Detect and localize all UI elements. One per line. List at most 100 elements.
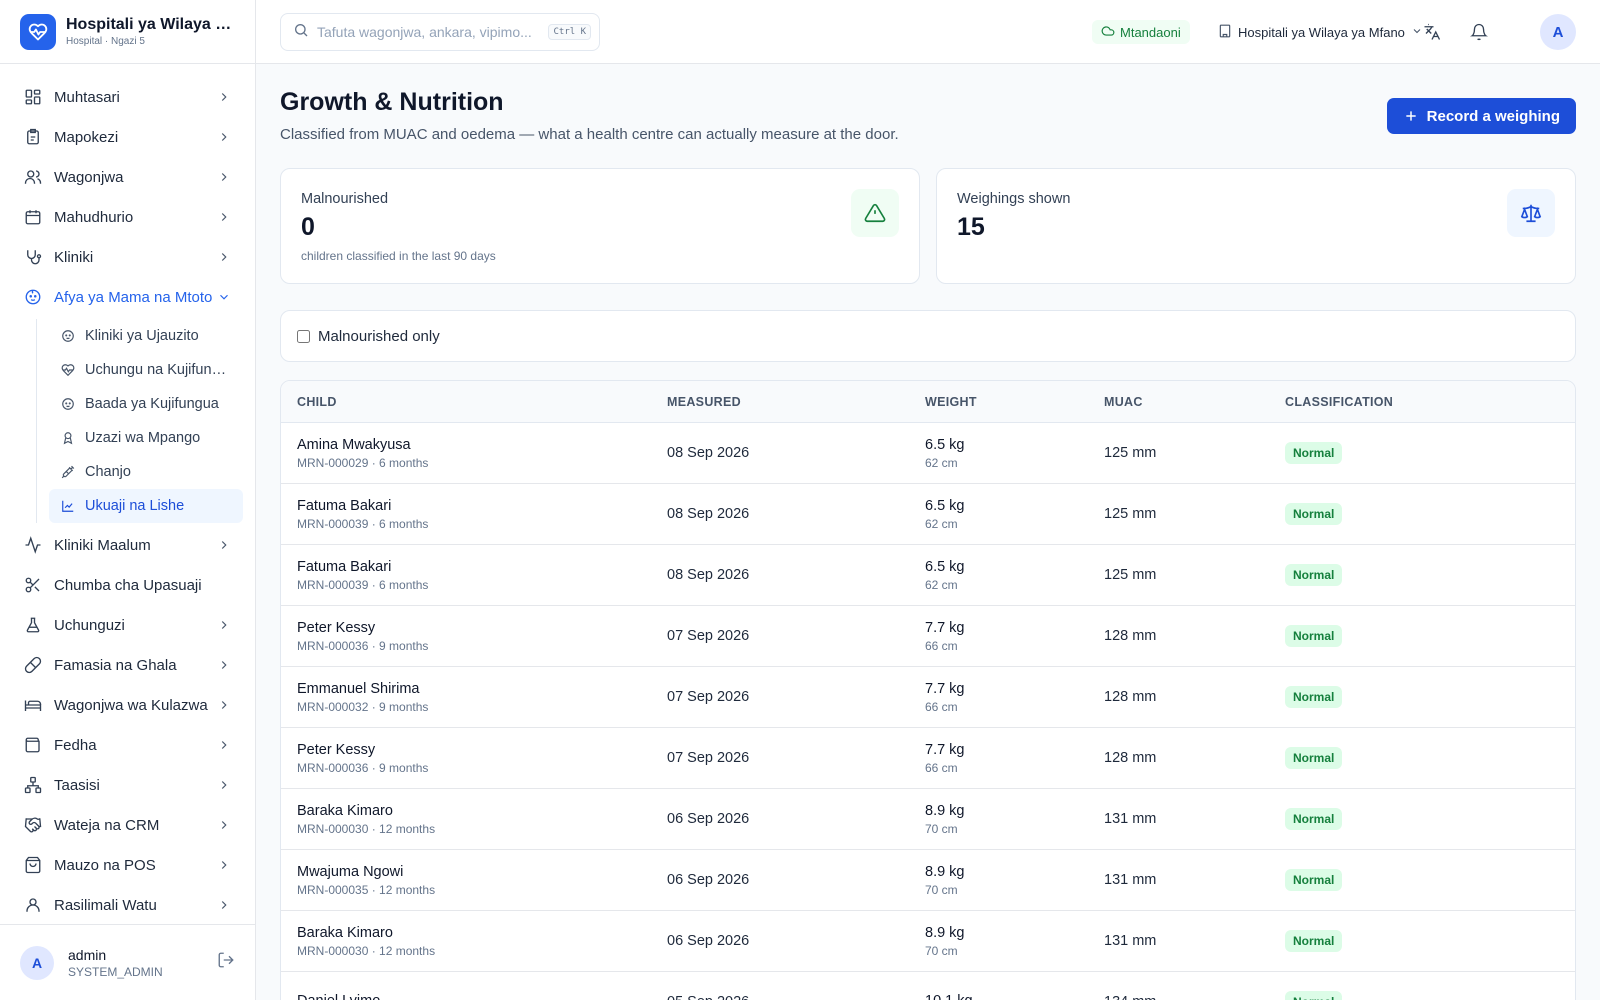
child-name[interactable]: Fatuma Bakari <box>297 498 667 514</box>
stat-note: children classified in the last 90 days <box>301 249 496 263</box>
chevron-right-icon <box>217 538 231 552</box>
height-value: 66 cm <box>925 638 958 653</box>
child-meta: MRN-000029 · 6 months <box>297 455 429 470</box>
sidebar-item-chumba-cha-upasuaji[interactable]: Chumba cha Upasuaji <box>0 565 255 605</box>
stat-card-weighings: Weighings shown 15 <box>936 168 1576 284</box>
child-name[interactable]: Peter Kessy <box>297 620 667 636</box>
muac-value: 128 mm <box>1104 628 1157 644</box>
facility-selector[interactable]: Hospitali ya Wilaya ya Mfano <box>1218 20 1423 44</box>
record-weighing-button[interactable]: Record a weighing <box>1386 98 1576 134</box>
table-row[interactable]: Amina Mwakyusa MRN-000029 · 6 months 08 Se… <box>281 423 1575 484</box>
table-row[interactable]: Baraka Kimaro MRN-000030 · 12 months 06 Se… <box>281 911 1575 972</box>
muac-value: 128 mm <box>1104 750 1157 766</box>
measured-date: 08 Sep 2026 <box>667 445 750 461</box>
sidebar-item-mauzo-na-pos[interactable]: Mauzo na POS <box>0 845 255 885</box>
measured-date: 05 Sep 2026 <box>667 994 925 1000</box>
sidebar-item-label: Chumba cha Upasuaji <box>54 576 202 594</box>
sidebar: Hospitali ya Wilaya ya Mfano Hospital · … <box>0 0 256 1000</box>
child-meta: MRN-000039 · 6 months <box>297 516 429 531</box>
table-row[interactable]: Emmanuel Shirima MRN-000032 · 9 months 07 … <box>281 667 1575 728</box>
chevron-right-icon <box>217 618 231 632</box>
network-icon <box>24 776 42 794</box>
table-row[interactable]: Mwajuma Ngowi MRN-000035 · 12 months 06 Se… <box>281 850 1575 911</box>
sidebar-item-taasisi[interactable]: Taasisi <box>0 765 255 805</box>
child-meta: MRN-000036 · 9 months <box>297 638 429 653</box>
sidebar-subitem-kliniki-ya-ujauzito[interactable]: Kliniki ya Ujauzito <box>49 319 243 353</box>
search-box[interactable]: Ctrl K <box>280 13 600 51</box>
child-name[interactable]: Emmanuel Shirima <box>297 681 667 697</box>
child-name[interactable]: Daniel Lyimo <box>297 993 667 1000</box>
table-row[interactable]: Peter Kessy MRN-000036 · 9 months 07 Sep 2… <box>281 728 1575 789</box>
child-name[interactable]: Baraka Kimaro <box>297 803 667 819</box>
sidebar-subitem-uzazi-wa-mpango[interactable]: Uzazi wa Mpango <box>49 421 243 455</box>
weight-value: 8.9 kg <box>925 863 965 880</box>
column-header-classification[interactable]: CLASSIFICATION <box>1285 395 1575 409</box>
table-row[interactable]: Fatuma Bakari MRN-000039 · 6 months 08 Sep… <box>281 545 1575 606</box>
avatar[interactable]: A <box>20 945 54 980</box>
ribbon-icon <box>61 431 75 445</box>
table-row[interactable]: Baraka Kimaro MRN-000030 · 12 months 06 Se… <box>281 789 1575 850</box>
sidebar-subitem-ukuaji-na-lishe[interactable]: Ukuaji na Lishe <box>49 489 243 523</box>
translate-icon[interactable] <box>1420 20 1444 44</box>
classification-badge: Normal <box>1285 747 1343 769</box>
sidebar-item-muhtasari[interactable]: Muhtasari <box>0 77 255 117</box>
stat-card-malnourished: Malnourished 0 children classified in th… <box>280 168 920 284</box>
brand[interactable]: Hospitali ya Wilaya ya Mfano Hospital · … <box>0 0 255 64</box>
malnourished-only-label[interactable]: Malnourished only <box>318 328 440 345</box>
sidebar-item-label: Famasia na Ghala <box>54 656 177 674</box>
sidebar-item-fedha[interactable]: Fedha <box>0 725 255 765</box>
child-meta: MRN-000030 · 12 months <box>297 821 436 836</box>
sidebar-item-wagonjwa[interactable]: Wagonjwa <box>0 157 255 197</box>
sidebar-item-famasia-na-ghala[interactable]: Famasia na Ghala <box>0 645 255 685</box>
sidebar-item-label: Fedha <box>54 736 97 754</box>
classification-badge: Normal <box>1285 808 1343 830</box>
sidebar-item-label: Kliniki <box>54 248 94 266</box>
muac-value: 128 mm <box>1104 689 1157 705</box>
search-input[interactable] <box>317 24 549 40</box>
child-name[interactable]: Peter Kessy <box>297 742 667 758</box>
record-weighing-label: Record a weighing <box>1426 107 1560 125</box>
muac-value: 131 mm <box>1104 811 1157 827</box>
sidebar-item-kliniki[interactable]: Kliniki <box>0 237 255 277</box>
sidebar-item-rasilimali-watu[interactable]: Rasilimali Watu <box>0 885 255 925</box>
child-name[interactable]: Mwajuma Ngowi <box>297 864 667 880</box>
chevron-right-icon <box>217 658 231 672</box>
sidebar-item-kliniki-maalum[interactable]: Kliniki Maalum <box>0 525 255 565</box>
sidebar-subitem-label: Uzazi wa Mpango <box>85 430 201 446</box>
sidebar-subitem-baada-ya-kujifungua[interactable]: Baada ya Kujifungua <box>49 387 243 421</box>
malnourished-only-checkbox[interactable] <box>297 329 310 343</box>
sidebar-item-label: Mahudhurio <box>54 208 134 226</box>
chevron-right-icon <box>217 858 231 872</box>
sidebar-subitem-chanjo[interactable]: Chanjo <box>49 455 243 489</box>
child-meta: MRN-000032 · 9 months <box>297 699 429 714</box>
baby-icon <box>61 329 75 343</box>
sidebar-item-uchunguzi[interactable]: Uchunguzi <box>0 605 255 645</box>
sidebar-item-mahudhurio[interactable]: Mahudhurio <box>0 197 255 237</box>
bell-icon[interactable] <box>1467 20 1491 44</box>
sidebar-item-mapokezi[interactable]: Mapokezi <box>0 117 255 157</box>
sidebar-item-label: Muhtasari <box>54 88 120 106</box>
table-row[interactable]: Daniel Lyimo05 Sep 202610.1 kg134 mmNorm… <box>281 972 1575 1000</box>
sidebar-item-label: Kliniki Maalum <box>54 536 151 554</box>
child-name[interactable]: Amina Mwakyusa <box>297 437 667 453</box>
table-row[interactable]: Peter Kessy MRN-000036 · 9 months 07 Sep 2… <box>281 606 1575 667</box>
muac-value: 134 mm <box>1104 994 1285 1000</box>
users-icon <box>24 168 42 186</box>
column-header-muac[interactable]: MUAC <box>1104 395 1285 409</box>
column-header-measured[interactable]: MEASURED <box>667 395 925 409</box>
column-header-child[interactable]: CHILD <box>281 395 667 409</box>
child-name[interactable]: Baraka Kimaro <box>297 925 667 941</box>
table-row[interactable]: Fatuma Bakari MRN-000039 · 6 months 08 Sep… <box>281 484 1575 545</box>
column-header-weight[interactable]: WEIGHT <box>925 395 1104 409</box>
sidebar-subitem-uchungu[interactable]: Uchungu na Kujifungua <box>49 353 243 387</box>
sidebar-subitem-label: Uchungu na Kujifungua <box>85 362 231 378</box>
sidebar-item-wagonjwa-wa-kulazwa[interactable]: Wagonjwa wa Kulazwa <box>0 685 255 725</box>
child-meta: MRN-000039 · 6 months <box>297 577 429 592</box>
sidebar-item-afya-ya-mama[interactable]: Afya ya Mama na Mtoto <box>0 277 255 317</box>
sidebar-item-wateja-na-crm[interactable]: Wateja na CRM <box>0 805 255 845</box>
header-avatar[interactable]: A <box>1540 14 1576 50</box>
logout-icon[interactable] <box>217 951 235 974</box>
child-name[interactable]: Fatuma Bakari <box>297 559 667 575</box>
calendar-icon <box>24 208 42 226</box>
height-value: 70 cm <box>925 943 958 958</box>
